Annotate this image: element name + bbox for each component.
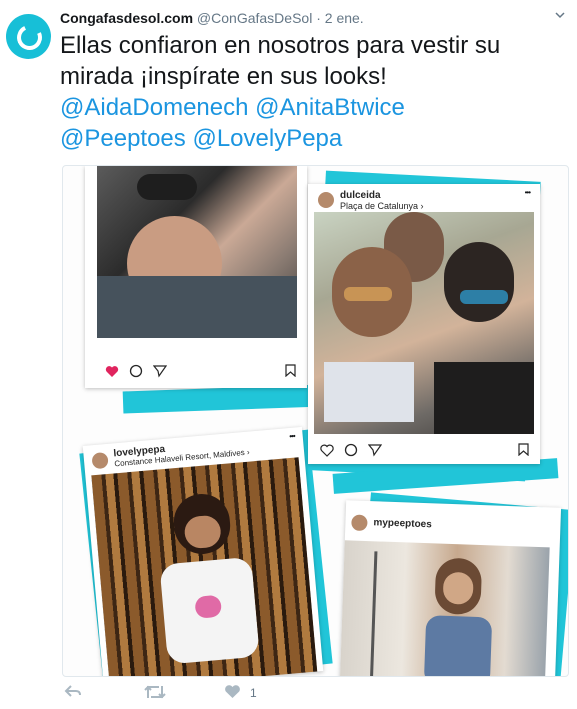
heart-icon[interactable] <box>105 365 119 378</box>
reply-icon[interactable] <box>64 684 82 698</box>
profile-avatar[interactable] <box>6 14 51 59</box>
post-photo <box>339 540 550 676</box>
teal-shape <box>122 384 324 414</box>
instagram-post-card: dulceida Plaça de Catalunya › ••• <box>308 184 540 464</box>
retweet-icon[interactable] <box>144 684 166 700</box>
avatar <box>351 514 368 532</box>
comment-icon[interactable] <box>344 443 358 457</box>
more-icon[interactable]: ••• <box>525 188 531 197</box>
share-icon[interactable] <box>368 443 382 457</box>
tweet-timestamp[interactable]: 2 ene. <box>325 10 364 26</box>
instagram-post-card <box>85 166 307 388</box>
tweet-header: Congafasdesol.com @ConGafasDeSol · 2 ene… <box>60 10 364 26</box>
post-photo <box>314 212 534 434</box>
post-username[interactable]: dulceida <box>340 190 381 201</box>
mention-link[interactable]: @Peeptoes <box>60 125 186 152</box>
more-icon[interactable]: ••• <box>289 432 295 441</box>
avatar <box>318 192 334 208</box>
instagram-post-card: mypeeptoes <box>339 500 562 676</box>
mention-link[interactable]: @LovelyPepa <box>192 125 342 152</box>
mention-link[interactable]: @AnitaBtwice <box>255 94 405 121</box>
tweet-actions: 1 <box>62 684 362 704</box>
instagram-post-card: lovelypepa Constance Halaveli Resort, Ma… <box>82 426 324 676</box>
comment-icon[interactable] <box>129 364 143 378</box>
avatar <box>91 451 109 470</box>
post-photo <box>91 457 318 676</box>
mention-link[interactable]: @AidaDomenech <box>60 94 248 121</box>
post-location[interactable]: Plaça de Catalunya › <box>340 201 424 211</box>
post-user: dulceida Plaça de Catalunya › <box>340 190 424 211</box>
post-actions <box>105 364 167 378</box>
post-actions <box>320 443 382 457</box>
like-count: 1 <box>250 686 257 700</box>
post-username[interactable]: mypeeptoes <box>373 517 432 530</box>
tweet-text-line1: Ellas confiaron en nosotros para vestir … <box>60 32 501 59</box>
chevron-down-icon[interactable] <box>555 10 565 20</box>
tweet-text: Ellas confiaron en nosotros para vestir … <box>60 30 560 154</box>
display-name[interactable]: Congafasdesol.com <box>60 10 193 26</box>
logo-icon <box>13 21 46 54</box>
bookmark-icon[interactable] <box>285 364 296 377</box>
heart-icon[interactable] <box>320 444 334 457</box>
tweet-text-line2: mirada ¡inspírate en sus looks! <box>60 63 387 90</box>
bookmark-icon[interactable] <box>518 443 529 456</box>
share-icon[interactable] <box>153 364 167 378</box>
tweet-media-image[interactable]: dulceida Plaça de Catalunya › ••• lovely… <box>62 165 569 677</box>
like-icon[interactable] <box>224 684 241 699</box>
separator-dot: · <box>316 10 321 26</box>
post-photo <box>97 166 297 338</box>
user-handle[interactable]: @ConGafasDeSol <box>197 10 312 26</box>
post-user: mypeeptoes <box>373 517 432 530</box>
